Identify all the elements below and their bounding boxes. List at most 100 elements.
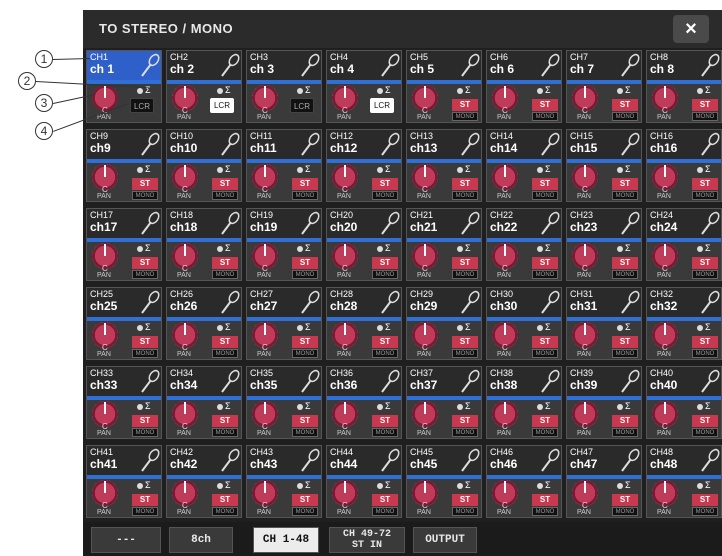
mono-button[interactable]: MONO [612,270,638,279]
channel-cell-34[interactable]: CH34 ch34 C PAN Σ ST MONO [166,366,242,439]
mono-button[interactable]: MONO [372,270,398,279]
st-button[interactable]: ST [132,336,158,348]
channel-cell-7[interactable]: CH7 ch 7 C PAN Σ ST MONO [566,50,642,123]
st-button[interactable]: ST [612,415,638,427]
mono-button[interactable]: MONO [692,112,718,121]
st-button[interactable]: ST [692,415,718,427]
channel-cell-19[interactable]: CH19 ch19 C PAN Σ ST MONO [246,208,322,281]
mono-button[interactable]: MONO [692,270,718,279]
mono-button[interactable]: MONO [212,349,238,358]
channel-header[interactable]: CH35 ch35 [247,367,321,396]
st-button[interactable]: ST [612,336,638,348]
st-button[interactable]: ST [452,494,478,506]
lcr-button[interactable]: LCR [370,98,394,113]
st-button[interactable]: ST [612,494,638,506]
channel-header[interactable]: CH6 ch 6 [487,51,561,80]
st-button[interactable]: ST [292,336,318,348]
channel-cell-36[interactable]: CH36 ch36 C PAN Σ ST MONO [326,366,402,439]
st-button[interactable]: ST [692,257,718,269]
mono-button[interactable]: MONO [132,507,158,516]
channel-cell-22[interactable]: CH22 ch22 C PAN Σ ST MONO [486,208,562,281]
channel-header[interactable]: CH33 ch33 [87,367,161,396]
st-button[interactable]: ST [692,494,718,506]
channel-header[interactable]: CH4 ch 4 [327,51,401,80]
st-button[interactable]: ST [452,336,478,348]
channel-cell-10[interactable]: CH10 ch10 C PAN Σ ST MONO [166,129,242,202]
channel-header[interactable]: CH15 ch15 [567,130,641,159]
mono-button[interactable]: MONO [132,270,158,279]
st-button[interactable]: ST [132,257,158,269]
st-button[interactable]: ST [372,415,398,427]
channel-cell-15[interactable]: CH15 ch15 C PAN Σ ST MONO [566,129,642,202]
channel-cell-18[interactable]: CH18 ch18 C PAN Σ ST MONO [166,208,242,281]
channel-cell-44[interactable]: CH44 ch44 C PAN Σ ST MONO [326,445,402,518]
st-button[interactable]: ST [132,178,158,190]
channel-cell-47[interactable]: CH47 ch47 C PAN Σ ST MONO [566,445,642,518]
tab-2[interactable]: CH 1-48 [253,527,319,553]
mono-button[interactable]: MONO [372,349,398,358]
st-button[interactable]: ST [372,494,398,506]
st-button[interactable]: ST [372,336,398,348]
channel-cell-11[interactable]: CH11 ch11 C PAN Σ ST MONO [246,129,322,202]
channel-header[interactable]: CH38 ch38 [487,367,561,396]
st-button[interactable]: ST [292,415,318,427]
channel-cell-27[interactable]: CH27 ch27 C PAN Σ ST MONO [246,287,322,360]
channel-cell-48[interactable]: CH48 ch48 C PAN Σ ST MONO [646,445,722,518]
channel-header[interactable]: CH8 ch 8 [647,51,721,80]
channel-cell-3[interactable]: CH3 ch 3 C PAN Σ LCR [246,50,322,123]
mono-button[interactable]: MONO [292,507,318,516]
st-button[interactable]: ST [372,257,398,269]
mono-button[interactable]: MONO [532,507,558,516]
mono-button[interactable]: MONO [452,112,478,121]
channel-header[interactable]: CH46 ch46 [487,446,561,475]
mono-button[interactable]: MONO [612,507,638,516]
channel-cell-4[interactable]: CH4 ch 4 C PAN Σ LCR [326,50,402,123]
mono-button[interactable]: MONO [532,428,558,437]
channel-cell-16[interactable]: CH16 ch16 C PAN Σ ST MONO [646,129,722,202]
st-button[interactable]: ST [452,178,478,190]
mono-button[interactable]: MONO [292,428,318,437]
channel-cell-8[interactable]: CH8 ch 8 C PAN Σ ST MONO [646,50,722,123]
mono-button[interactable]: MONO [372,428,398,437]
mono-button[interactable]: MONO [212,191,238,200]
mono-button[interactable]: MONO [692,191,718,200]
channel-cell-26[interactable]: CH26 ch26 C PAN Σ ST MONO [166,287,242,360]
mono-button[interactable]: MONO [292,191,318,200]
channel-cell-30[interactable]: CH30 ch30 C PAN Σ ST MONO [486,287,562,360]
channel-cell-13[interactable]: CH13 ch13 C PAN Σ ST MONO [406,129,482,202]
lcr-button[interactable]: LCR [210,98,234,113]
mono-button[interactable]: MONO [212,270,238,279]
lcr-button[interactable]: LCR [130,98,154,113]
channel-header[interactable]: CH1 ch 1 [87,51,161,80]
mono-button[interactable]: MONO [292,349,318,358]
st-button[interactable]: ST [212,257,238,269]
channel-header[interactable]: CH31 ch31 [567,288,641,317]
st-button[interactable]: ST [692,336,718,348]
st-button[interactable]: ST [132,494,158,506]
mono-button[interactable]: MONO [132,191,158,200]
mono-button[interactable]: MONO [612,428,638,437]
close-button[interactable]: × [673,15,709,43]
channel-cell-39[interactable]: CH39 ch39 C PAN Σ ST MONO [566,366,642,439]
channel-cell-6[interactable]: CH6 ch 6 C PAN Σ ST MONO [486,50,562,123]
channel-cell-14[interactable]: CH14 ch14 C PAN Σ ST MONO [486,129,562,202]
mono-button[interactable]: MONO [692,507,718,516]
mono-button[interactable]: MONO [212,428,238,437]
channel-cell-2[interactable]: CH2 ch 2 C PAN Σ LCR [166,50,242,123]
channel-cell-31[interactable]: CH31 ch31 C PAN Σ ST MONO [566,287,642,360]
channel-header[interactable]: CH34 ch34 [167,367,241,396]
st-button[interactable]: ST [692,178,718,190]
mono-button[interactable]: MONO [532,112,558,121]
channel-header[interactable]: CH39 ch39 [567,367,641,396]
channel-header[interactable]: CH14 ch14 [487,130,561,159]
channel-cell-38[interactable]: CH38 ch38 C PAN Σ ST MONO [486,366,562,439]
channel-header[interactable]: CH24 ch24 [647,209,721,238]
st-button[interactable]: ST [532,99,558,111]
st-button[interactable]: ST [692,99,718,111]
st-button[interactable]: ST [212,415,238,427]
st-button[interactable]: ST [372,178,398,190]
mono-button[interactable]: MONO [452,507,478,516]
st-button[interactable]: ST [532,494,558,506]
mono-button[interactable]: MONO [612,191,638,200]
st-button[interactable]: ST [612,257,638,269]
